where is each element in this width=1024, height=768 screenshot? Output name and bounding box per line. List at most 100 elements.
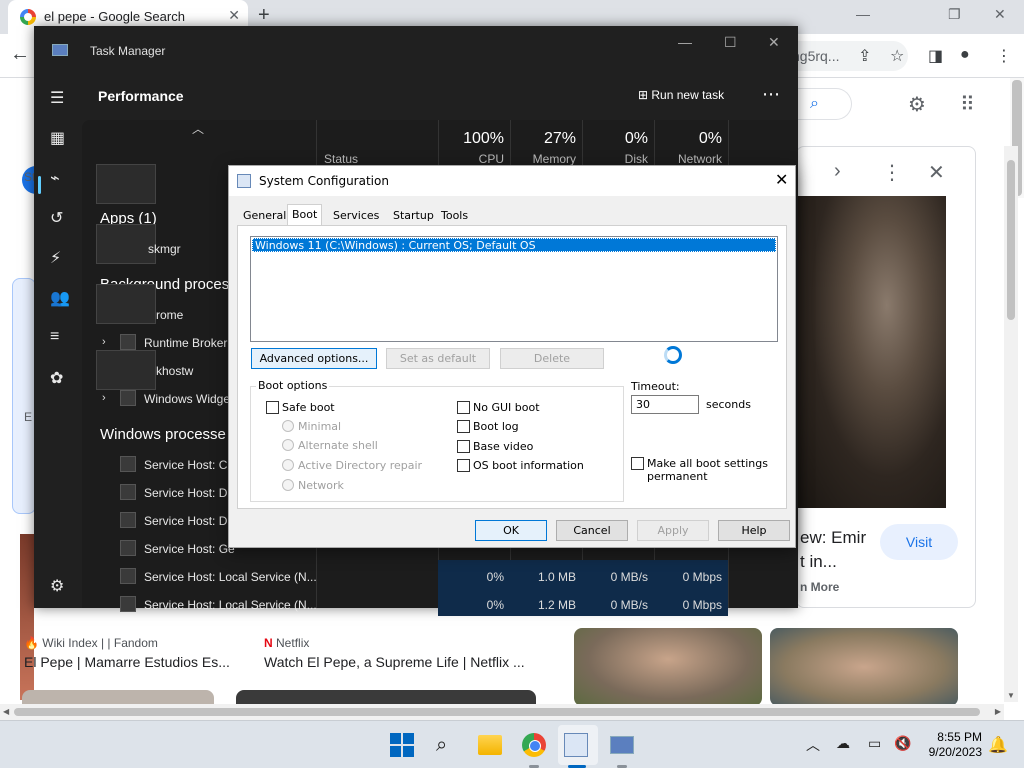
- column-network[interactable]: Network: [662, 152, 722, 166]
- services-icon[interactable]: ✿: [50, 368, 63, 388]
- profile-icon[interactable]: ●: [960, 46, 970, 64]
- result-image-fragment[interactable]: [20, 534, 34, 700]
- restore-icon[interactable]: ❐: [948, 6, 961, 23]
- new-tab-icon[interactable]: +: [258, 4, 270, 27]
- tab-startup[interactable]: Startup: [389, 208, 438, 226]
- process-row[interactable]: skmgr: [148, 242, 181, 256]
- scroll-right-icon[interactable]: ▶: [995, 707, 1001, 716]
- radio-dot[interactable]: [282, 459, 294, 471]
- notification-bell-icon[interactable]: 🔔: [988, 735, 1008, 755]
- apps-grid-icon[interactable]: ⠿: [960, 92, 975, 117]
- process-row[interactable]: Service Host: CC: [144, 458, 236, 472]
- run-new-task-button[interactable]: ⊞ Run new task: [638, 88, 724, 102]
- share-icon[interactable]: ⇪: [858, 46, 871, 66]
- tab-tools[interactable]: Tools: [437, 208, 472, 226]
- boot-entry-selected[interactable]: Windows 11 (C:\Windows) : Current OS; De…: [252, 238, 776, 252]
- display-icon[interactable]: ▭: [868, 735, 881, 752]
- visit-button[interactable]: Visit: [880, 524, 958, 560]
- boot-entries-list[interactable]: Windows 11 (C:\Windows) : Current OS; De…: [250, 236, 778, 342]
- task-manager-taskbar-icon[interactable]: [610, 736, 634, 754]
- scrollbar-thumb[interactable]: [1007, 160, 1015, 320]
- horizontal-scrollbar[interactable]: ◀ ▶: [0, 704, 1004, 720]
- tab-services[interactable]: Services: [329, 208, 383, 226]
- panel-scrollbar[interactable]: ▼: [1004, 146, 1018, 702]
- image-result-photo[interactable]: [574, 628, 762, 706]
- expand-chevron-icon[interactable]: ›: [102, 392, 106, 404]
- tab-boot[interactable]: Boot: [287, 204, 323, 226]
- scroll-down-icon[interactable]: ▼: [1007, 691, 1015, 700]
- result-thumb[interactable]: [22, 690, 214, 704]
- process-row[interactable]: Service Host: Dia: [144, 514, 237, 528]
- volume-muted-icon[interactable]: 🔇: [894, 735, 911, 752]
- search-icon[interactable]: ⌕: [436, 733, 460, 757]
- startup-apps-icon[interactable]: ⚡: [50, 248, 61, 268]
- panel-title[interactable]: ew: Emir t in...: [800, 526, 866, 574]
- result-source-netflix[interactable]: N Netflix: [264, 636, 309, 650]
- side-panel-icon[interactable]: ◨: [928, 46, 943, 66]
- checkbox-box[interactable]: [631, 457, 644, 470]
- processes-icon[interactable]: ▦: [50, 128, 65, 148]
- delete-button[interactable]: Delete: [500, 348, 604, 369]
- scroll-left-icon[interactable]: ◀: [3, 707, 9, 716]
- radio-dot[interactable]: [282, 479, 294, 491]
- process-row[interactable]: Service Host: Local Service (N...: [144, 598, 317, 612]
- help-button[interactable]: Help: [718, 520, 790, 541]
- file-explorer-icon[interactable]: [478, 735, 502, 755]
- learn-more-link[interactable]: n More: [800, 580, 839, 594]
- process-row[interactable]: Service Host: DH: [144, 486, 236, 500]
- checkbox-box[interactable]: [457, 401, 470, 414]
- minimize-icon[interactable]: —: [678, 34, 692, 50]
- column-status[interactable]: Status: [324, 152, 358, 166]
- google-search-button[interactable]: ⌕: [796, 88, 852, 120]
- maximize-icon[interactable]: ☐: [724, 34, 737, 51]
- checkbox-box[interactable]: [457, 440, 470, 453]
- column-memory[interactable]: Memory: [516, 152, 576, 166]
- radio-dot[interactable]: [282, 420, 294, 432]
- result-title-netflix[interactable]: Watch El Pepe, a Supreme Life | Netflix …: [264, 654, 525, 670]
- result-thumb[interactable]: [236, 690, 536, 704]
- radio-dot[interactable]: [282, 439, 294, 451]
- result-card-fragment[interactable]: [12, 278, 36, 514]
- process-row[interactable]: Service Host: Ge: [144, 542, 235, 556]
- expand-chevron-icon[interactable]: ›: [102, 336, 106, 348]
- process-row[interactable]: khostw: [156, 364, 193, 378]
- chrome-icon[interactable]: [522, 733, 546, 757]
- timeout-input[interactable]: 30: [631, 395, 699, 414]
- ok-button[interactable]: OK: [475, 520, 547, 541]
- close-icon[interactable]: ✕: [775, 170, 788, 189]
- process-row[interactable]: Service Host: Local Service (N...: [144, 570, 317, 584]
- close-tab-icon[interactable]: ✕: [228, 7, 240, 24]
- process-row[interactable]: Runtime Broker: [144, 336, 227, 350]
- process-row[interactable]: rome: [156, 308, 183, 322]
- result-source-fandom[interactable]: 🔥 Wiki Index | | Fandom: [24, 636, 158, 650]
- checkbox-box[interactable]: [266, 401, 279, 414]
- close-icon[interactable]: ✕: [768, 34, 780, 51]
- tab-general[interactable]: General: [239, 208, 290, 226]
- chrome-menu-icon[interactable]: ⋮: [996, 46, 1012, 66]
- show-hidden-icons-icon[interactable]: ︿: [806, 735, 820, 755]
- settings-icon[interactable]: ⚙: [50, 576, 64, 596]
- users-icon[interactable]: 👥: [50, 288, 70, 308]
- onedrive-icon[interactable]: ☁: [836, 735, 850, 752]
- close-panel-icon[interactable]: ✕: [928, 160, 945, 185]
- advanced-options-button[interactable]: Advanced options...: [251, 348, 377, 369]
- settings-gear-icon[interactable]: ⚙: [908, 92, 926, 117]
- set-as-default-button[interactable]: Set as default: [386, 348, 490, 369]
- image-result-photo[interactable]: [770, 628, 958, 706]
- result-title-fandom[interactable]: El Pepe | Mamarre Estudios Es...: [24, 654, 230, 670]
- app-history-icon[interactable]: ↺: [50, 208, 63, 228]
- msconfig-taskbar-icon[interactable]: [564, 733, 588, 757]
- cancel-button[interactable]: Cancel: [556, 520, 628, 541]
- apply-button[interactable]: Apply: [637, 520, 709, 541]
- checkbox-box[interactable]: [457, 420, 470, 433]
- column-cpu[interactable]: CPU: [444, 152, 504, 166]
- bookmark-star-icon[interactable]: ☆: [890, 46, 904, 66]
- checkbox-box[interactable]: [457, 459, 470, 472]
- scrollbar-thumb[interactable]: [14, 708, 980, 716]
- el-pepe-photo[interactable]: [798, 196, 946, 508]
- hamburger-menu-icon[interactable]: ☰: [50, 88, 64, 108]
- start-windows-icon[interactable]: [390, 733, 414, 757]
- more-options-icon[interactable]: ⋯: [762, 84, 780, 105]
- details-icon[interactable]: ≡: [50, 328, 59, 346]
- close-window-icon[interactable]: ✕: [994, 6, 1006, 23]
